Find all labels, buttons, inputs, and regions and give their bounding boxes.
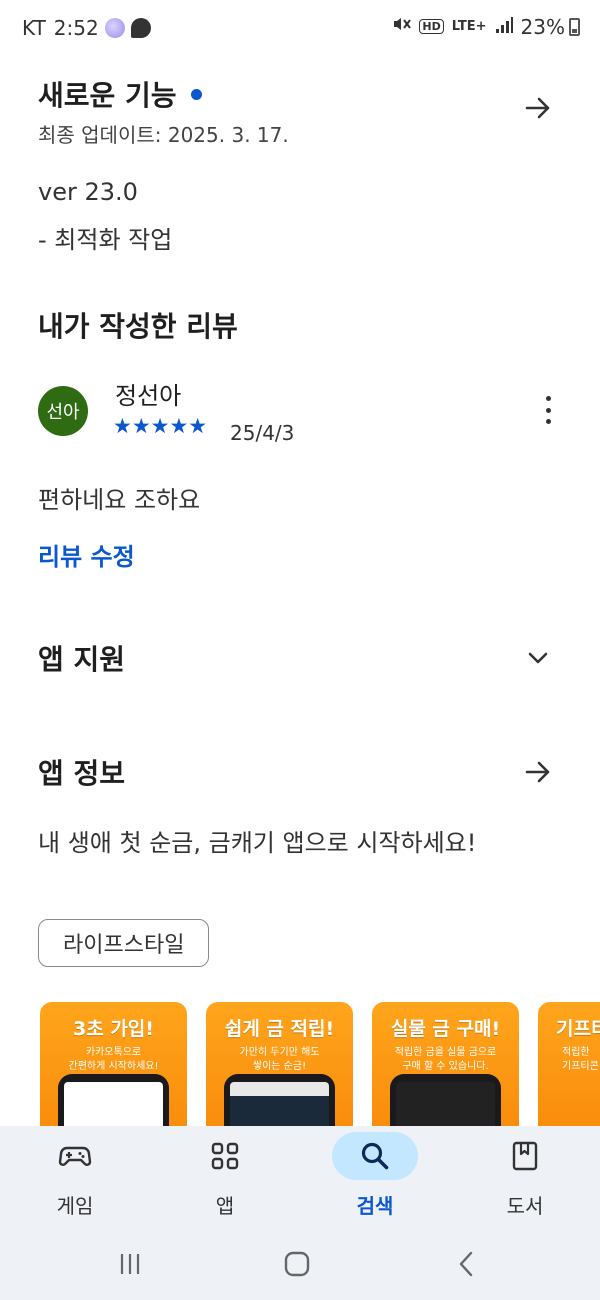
battery-percent: 23% bbox=[520, 14, 565, 39]
review-text: 편하네요 조하요 bbox=[38, 486, 201, 514]
star-rating: ★★★★★ bbox=[113, 414, 208, 438]
home-button[interactable] bbox=[277, 1248, 317, 1280]
carrier-label: KT bbox=[22, 16, 46, 40]
screenshot-subtitle: 가만히 두기만 해도 쌓이는 순금! bbox=[239, 1047, 320, 1072]
app-description: 내 생애 첫 순금, 금캐기 앱으로 시작하세요! bbox=[38, 829, 477, 857]
app-support-expand-button[interactable] bbox=[520, 640, 556, 676]
recent-apps-icon bbox=[120, 1254, 140, 1274]
signal-icon bbox=[495, 15, 513, 39]
last-updated-text: 최종 업데이트: 2025. 3. 17. bbox=[38, 123, 289, 147]
phone-mockup bbox=[224, 1074, 335, 1126]
home-icon bbox=[284, 1251, 310, 1277]
more-vert-dot bbox=[545, 419, 551, 424]
bottom-navigation: 게임 앱 검색 도서 bbox=[0, 1126, 600, 1300]
more-options-button[interactable] bbox=[536, 392, 560, 428]
nav-label: 앱 bbox=[215, 1194, 235, 1218]
nav-label: 도서 bbox=[506, 1194, 544, 1218]
status-right: HD LTE+ 23% bbox=[383, 14, 580, 39]
nav-item-apps[interactable]: 앱 bbox=[150, 1126, 300, 1236]
battery-icon bbox=[569, 17, 580, 36]
hd-voice-icon: HD bbox=[419, 19, 444, 34]
apps-grid-icon bbox=[182, 1132, 268, 1180]
screenshot-card[interactable]: 기프티 적립한 기프티콘 bbox=[538, 1002, 600, 1126]
gamepad-icon bbox=[32, 1132, 118, 1180]
nav-item-games[interactable]: 게임 bbox=[0, 1126, 150, 1236]
mute-icon bbox=[391, 14, 412, 39]
screenshot-carousel[interactable]: 3초 가입! 카카오톡으로 간편하게 시작하세요! 쉽게 금 적립! 가만히 두… bbox=[40, 1002, 600, 1126]
new-indicator-dot bbox=[190, 88, 202, 100]
screenshot-title: 실물 금 구매! bbox=[390, 1018, 501, 1040]
arrow-right-icon bbox=[525, 761, 550, 783]
screenshot-subtitle: 적립한 금을 실물 금으로 구매 할 수 있습니다. bbox=[394, 1047, 497, 1072]
notification-app-icon bbox=[104, 18, 125, 38]
screenshot-card[interactable]: 3초 가입! 카카오톡으로 간편하게 시작하세요! bbox=[40, 1002, 187, 1126]
recent-apps-button[interactable] bbox=[110, 1248, 150, 1280]
whats-new-title[interactable]: 새로운 기능 bbox=[38, 74, 202, 114]
phone-mockup bbox=[390, 1074, 501, 1126]
screenshot-title: 쉽게 금 적립! bbox=[224, 1018, 335, 1040]
search-icon bbox=[332, 1132, 418, 1180]
screenshot-card[interactable]: 쉽게 금 적립! 가만히 두기만 해도 쌓이는 순금! bbox=[206, 1002, 353, 1126]
screenshot-title: 3초 가입! bbox=[73, 1018, 154, 1040]
nav-item-search[interactable]: 검색 bbox=[300, 1126, 450, 1236]
system-navigation-bar bbox=[0, 1240, 600, 1290]
edit-review-link[interactable]: 리뷰 수정 bbox=[38, 537, 135, 572]
app-info-title[interactable]: 앱 정보 bbox=[38, 752, 125, 792]
review-date: 25/4/3 bbox=[230, 421, 295, 445]
status-bar: KT 2:52 HD LTE+ 23% bbox=[0, 0, 600, 56]
nav-item-books[interactable]: 도서 bbox=[450, 1126, 600, 1236]
chevron-down-icon bbox=[528, 652, 548, 664]
nav-label: 게임 bbox=[56, 1194, 94, 1218]
back-icon bbox=[459, 1251, 473, 1277]
screenshot-title: 기프티 bbox=[556, 1018, 600, 1040]
status-left: KT 2:52 bbox=[22, 16, 151, 40]
release-note-text: - 최적화 작업 bbox=[38, 226, 173, 254]
whats-new-title-text: 새로운 기능 bbox=[38, 79, 177, 112]
version-text: ver 23.0 bbox=[38, 178, 138, 206]
arrow-right-icon bbox=[525, 97, 550, 119]
whats-new-arrow-button[interactable] bbox=[520, 90, 556, 126]
chat-notification-icon bbox=[130, 18, 151, 38]
screenshot-subtitle: 카카오톡으로 간편하게 시작하세요! bbox=[68, 1047, 159, 1072]
phone-mockup bbox=[58, 1074, 169, 1126]
app-support-title[interactable]: 앱 지원 bbox=[38, 638, 125, 678]
network-type: LTE+ bbox=[451, 19, 487, 34]
back-button[interactable] bbox=[446, 1248, 486, 1280]
avatar: 선아 bbox=[38, 386, 88, 436]
app-info-arrow-button[interactable] bbox=[520, 754, 556, 790]
nav-label: 검색 bbox=[356, 1194, 394, 1218]
screenshot-subtitle: 적립한 기프티콘 bbox=[562, 1047, 599, 1072]
screenshot-card[interactable]: 실물 금 구매! 적립한 금을 실물 금으로 구매 할 수 있습니다. bbox=[372, 1002, 519, 1126]
book-icon bbox=[482, 1132, 568, 1180]
clock: 2:52 bbox=[53, 16, 99, 40]
reviewer-name: 정선아 bbox=[115, 382, 182, 410]
my-review-title: 내가 작성한 리뷰 bbox=[38, 310, 238, 343]
more-vert-dot bbox=[545, 407, 551, 413]
more-vert-dot bbox=[545, 396, 551, 401]
category-chip[interactable]: 라이프스타일 bbox=[38, 919, 210, 967]
